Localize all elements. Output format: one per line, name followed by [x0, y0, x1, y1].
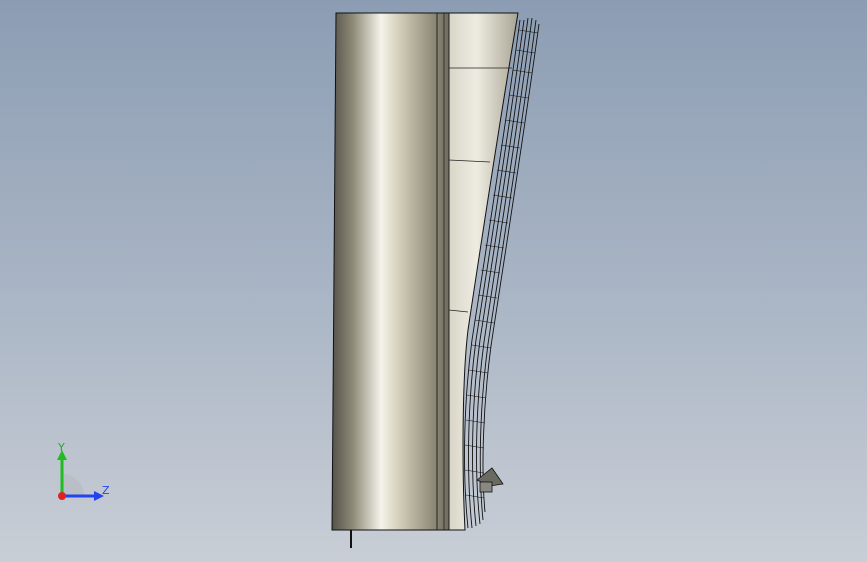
model-bottom-bracket[interactable]: [476, 467, 504, 493]
coordinate-triad-icon: Y Z: [57, 441, 110, 501]
model-main-body[interactable]: [331, 12, 450, 531]
triad-y-label: Y: [57, 441, 65, 454]
cad-viewport[interactable]: Y Z: [0, 0, 867, 562]
cad-model-view[interactable]: [0, 0, 867, 562]
triad-z-label: Z: [102, 484, 110, 497]
